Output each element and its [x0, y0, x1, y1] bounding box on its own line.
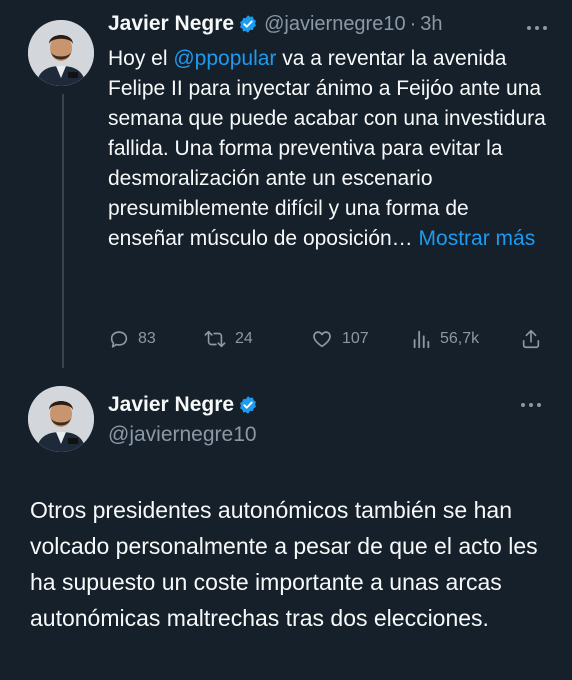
reply-button[interactable]: 83: [108, 326, 156, 352]
author-name[interactable]: Javier Negre: [108, 393, 234, 417]
like-count: 107: [342, 330, 369, 347]
share-button[interactable]: [520, 326, 550, 352]
share-icon: [522, 329, 540, 349]
author-handle[interactable]: @javiernegre10: [108, 423, 257, 447]
tweet-text: Hoy el @ppopular va a reventar la avenid…: [108, 44, 548, 254]
views-count: 56,7k: [440, 330, 480, 347]
mention-link[interactable]: @ppopular: [173, 47, 276, 70]
reply-count: 83: [138, 330, 156, 347]
tweet-text-part: Hoy el: [108, 47, 174, 70]
separator-dot: ·: [409, 12, 417, 35]
views-button[interactable]: 56,7k: [410, 326, 479, 352]
tweet-actions: 83 24 107 56,7k: [108, 326, 542, 352]
avatar-photo: [28, 20, 94, 86]
timestamp[interactable]: 3h: [420, 13, 442, 36]
like-button[interactable]: 107: [310, 326, 369, 352]
tweet-text-part: va a reventar la avenida Felipe II para …: [108, 47, 546, 250]
retweet-button[interactable]: 24: [203, 326, 253, 352]
analytics-icon: [413, 330, 430, 349]
verified-badge-icon: [240, 15, 257, 33]
heart-icon: [313, 331, 331, 348]
thread-line: [62, 94, 64, 368]
tweet-header: Javier Negre: [108, 393, 258, 417]
verified-badge-icon: [240, 396, 257, 414]
avatar-photo: [28, 386, 94, 452]
reply-icon: [110, 331, 128, 348]
retweet-icon: [204, 330, 226, 348]
avatar[interactable]: [28, 20, 94, 86]
tweet-header: Javier Negre @javiernegre10 · 3h: [108, 12, 443, 36]
more-options-icon[interactable]: [526, 25, 548, 31]
avatar[interactable]: [28, 386, 94, 452]
author-handle[interactable]: @javiernegre10: [264, 13, 406, 36]
retweet-count: 24: [235, 330, 253, 347]
tweet-text: Otros presidentes autonómicos también se…: [30, 497, 538, 631]
author-name[interactable]: Javier Negre: [108, 12, 234, 36]
show-more-link[interactable]: Mostrar más: [419, 227, 536, 250]
more-options-icon[interactable]: [520, 402, 542, 408]
